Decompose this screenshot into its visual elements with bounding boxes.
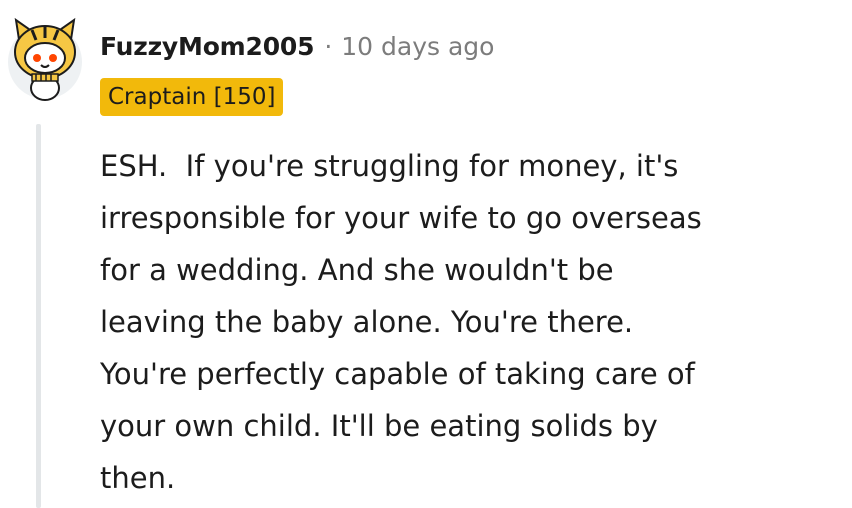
snoo-tiger-avatar-icon — [8, 17, 82, 101]
user-avatar[interactable] — [6, 12, 84, 106]
thread-line[interactable] — [36, 124, 41, 508]
comment-header: FuzzyMom2005 · 10 days ago — [100, 28, 494, 64]
comment-body: ESH. If you're struggling for money, it'… — [100, 149, 702, 495]
timestamp[interactable]: 10 days ago — [341, 32, 494, 61]
username-link[interactable]: FuzzyMom2005 — [100, 32, 315, 61]
separator-dot: · — [324, 31, 333, 61]
user-flair: Craptain [150] — [100, 78, 284, 116]
comment: FuzzyMom2005 · 10 days ago Craptain [150… — [0, 0, 852, 508]
